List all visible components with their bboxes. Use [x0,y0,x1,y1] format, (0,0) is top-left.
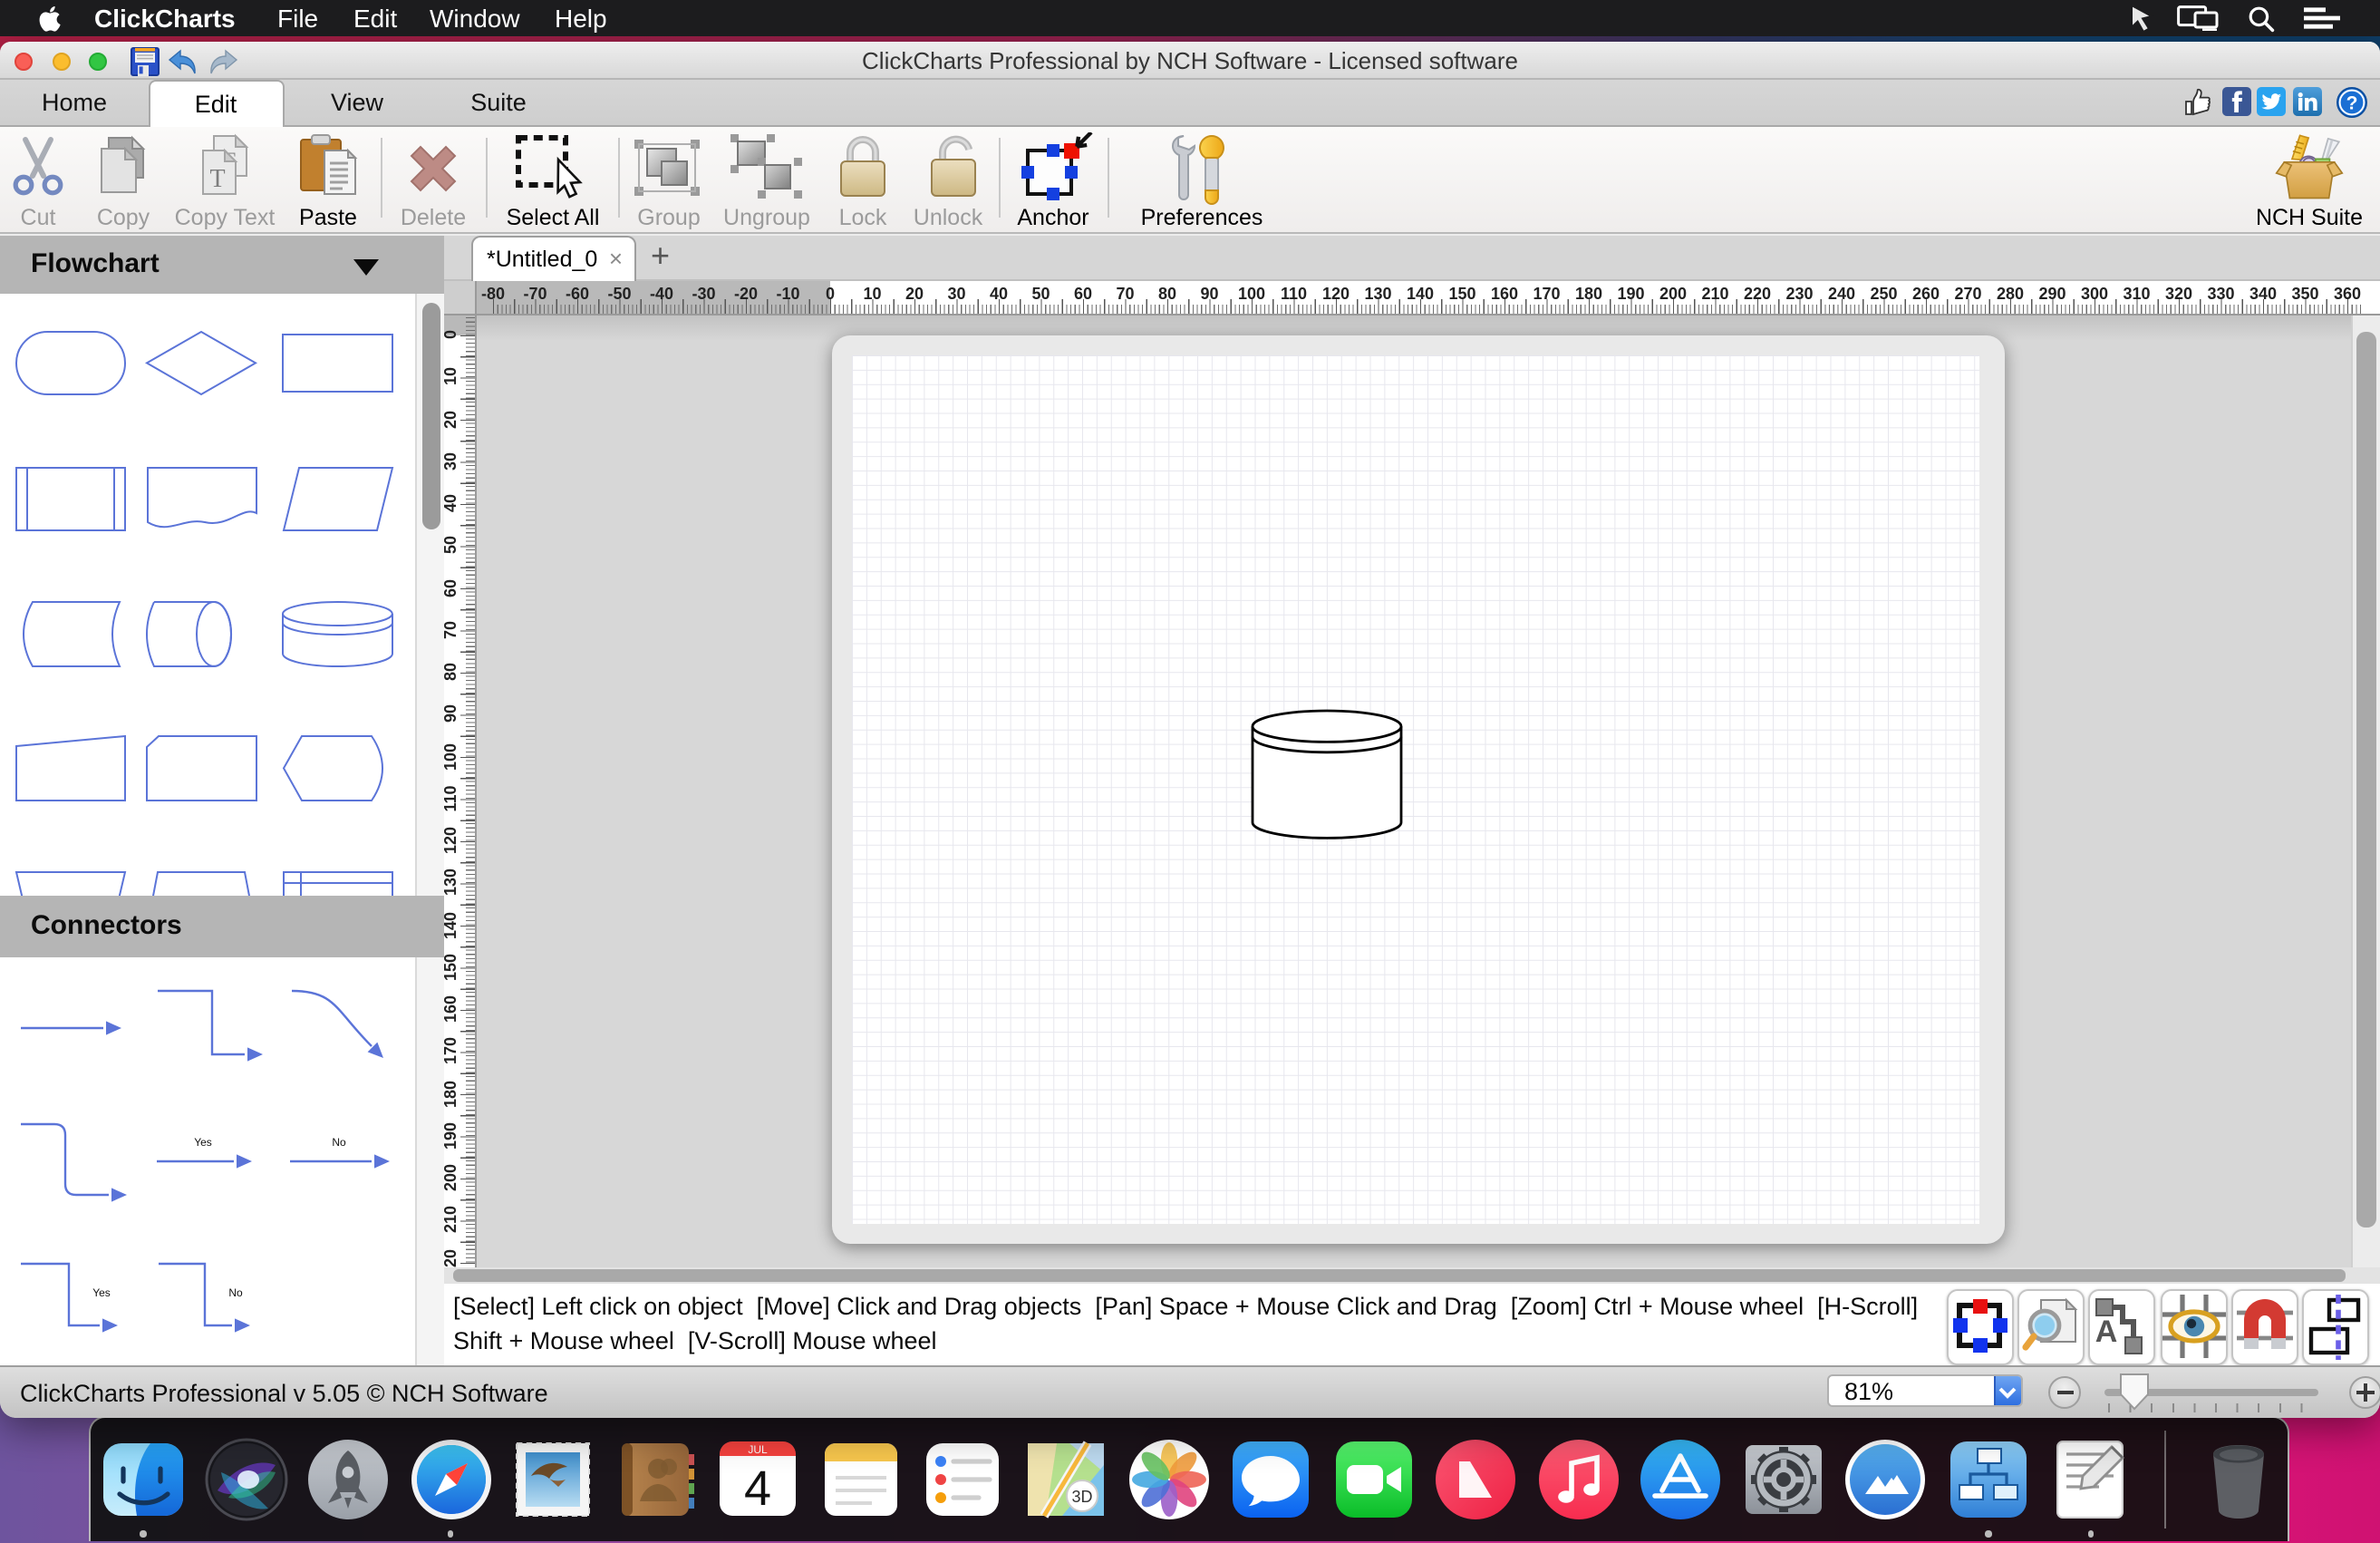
svg-text:JUL: JUL [749,1443,769,1456]
svg-text:T: T [209,165,225,193]
svg-text:Yes: Yes [92,1286,111,1299]
svg-text:Yes: Yes [194,1136,212,1149]
svg-text:No: No [332,1136,346,1149]
svg-text:3D: 3D [1071,1488,1092,1506]
svg-text:No: No [228,1286,243,1299]
svg-text:A: A [2096,1315,2119,1349]
svg-text:?: ? [2346,92,2357,112]
svg-text:4: 4 [745,1461,772,1516]
